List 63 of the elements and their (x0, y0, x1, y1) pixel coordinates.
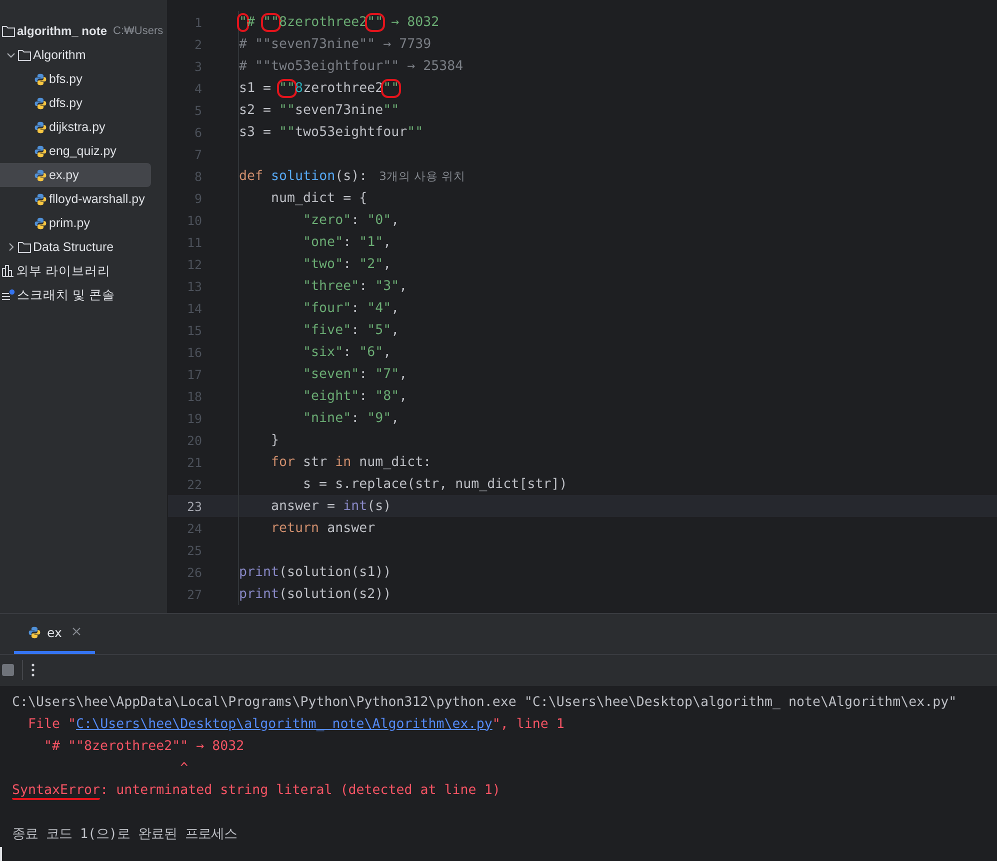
tree-item[interactable]: 스크래치 및 콘솔 (0, 283, 123, 307)
code-line: "five": "5", (238, 319, 997, 341)
code-line: # ""two53eightfour"" → 25384 (238, 55, 997, 77)
usage-hint: 3개의 사용 위치 (379, 168, 466, 184)
code-line: print(solution(s1)) (238, 561, 997, 583)
console-text: C:\Users\hee\AppData\Local\Programs\Python\Python312\python.exe "C:\Users\hee\Desktop\algorithm_ note\Algorithm\ex.py" (12, 694, 957, 710)
code-line: answer = int(s) (238, 495, 997, 517)
python-icon (34, 96, 47, 110)
code-line: "four": "4", (238, 297, 997, 319)
tree-item[interactable]: 외부 라이브러리 (0, 259, 118, 283)
line-number: 23 (186, 498, 203, 514)
stop-icon[interactable] (2, 664, 14, 676)
code-line: "one": "1", (238, 231, 997, 253)
file-item[interactable]: eng_quiz.py (0, 139, 124, 163)
code-line: "eight": "8", (238, 385, 997, 407)
code-line: num_dict = { (238, 187, 997, 209)
console-text: 종료 코드 1(으)로 완료된 프로세스 (12, 826, 238, 843)
code-line: return answer (238, 517, 997, 539)
text-cursor (0, 847, 2, 861)
code-line: for str in num_dict: (238, 451, 997, 473)
code-line: "nine": "9", (238, 407, 997, 429)
code-line: print(solution(s2)) (238, 583, 997, 605)
file-item[interactable]: ex.py (0, 163, 151, 187)
console-text: SyntaxError (12, 782, 100, 800)
code-line: # ""seven73nine"" → 7739 (238, 33, 997, 55)
code-line: "three": "3", (238, 275, 997, 297)
file-item[interactable]: bfs.py (0, 67, 90, 91)
console-text: ", line 1 (492, 716, 564, 732)
folder-icon (18, 50, 31, 60)
python-icon (34, 72, 47, 86)
more-icon[interactable] (31, 663, 35, 678)
python-icon (34, 168, 47, 182)
folder-icon (18, 242, 31, 252)
code-line: "seven": "7", (238, 363, 997, 385)
console-text: : unterminated string literal (detected at line 1) (100, 782, 500, 798)
project-item[interactable]: algorithm_ note C:₩Users (0, 19, 167, 43)
code-line: } (238, 429, 997, 451)
code-line: s3 = ""two53eightfour"" (238, 121, 997, 143)
python-icon (34, 144, 47, 158)
console-text: ^ (179, 760, 188, 776)
scratch-icon (2, 289, 15, 301)
console-text: File " (27, 716, 76, 732)
code-line: s2 = ""seven73nine"" (238, 99, 997, 121)
code-line: "six": "6", (238, 341, 997, 363)
code-line: "two": "2", (238, 253, 997, 275)
folder-item[interactable]: Data Structure (0, 235, 122, 259)
folder-item[interactable]: Algorithm (0, 43, 94, 67)
file-link[interactable]: C:\Users\hee\Desktop\algorithm_ note\Algorithm\ex.py (76, 716, 492, 732)
file-item[interactable]: flloyd-warshall.py (0, 187, 153, 211)
code-line: "zero": "0", (238, 209, 997, 231)
file-item[interactable]: prim.py (0, 211, 98, 235)
code-line: def solution(s): 3개의 사용 위치 (238, 165, 997, 187)
python-icon (34, 120, 47, 134)
python-icon (34, 192, 47, 206)
console-text: "# ""8zerothree2"" → 8032 (43, 738, 244, 754)
file-item[interactable]: dfs.py (0, 91, 90, 115)
file-item[interactable]: dijkstra.py (0, 115, 114, 139)
chevron-icon[interactable] (6, 241, 16, 253)
python-icon (28, 626, 41, 639)
library-icon (2, 265, 14, 277)
python-icon (34, 216, 47, 230)
folder-icon (2, 26, 15, 36)
path-hint: C:₩Users (113, 25, 164, 37)
